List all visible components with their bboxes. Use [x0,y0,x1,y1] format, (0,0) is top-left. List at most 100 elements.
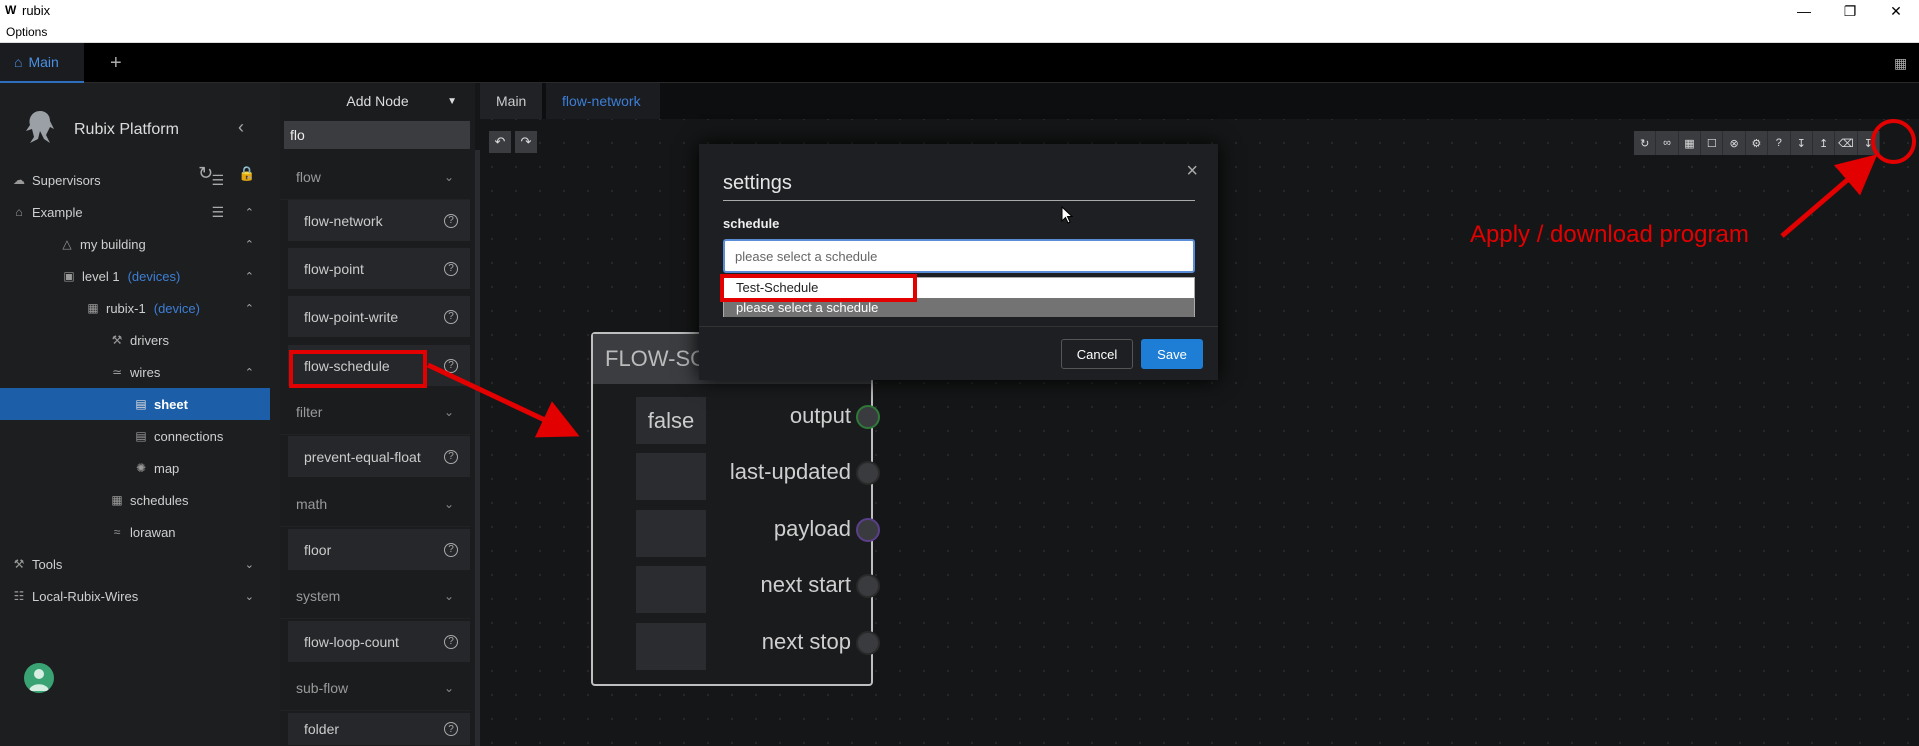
layout-toggle-icon[interactable]: ▦ [1880,43,1919,83]
palette-item-flow-point[interactable]: flow-point? [288,248,470,290]
trash-icon[interactable]: ⌫ [1835,131,1858,155]
sidebar-item-local-rubix-wires[interactable]: ☷ Local-Rubix-Wires ⌄ [0,580,270,612]
home-icon: ⌂ [15,205,23,219]
device-icon: ▦ [87,301,99,315]
palette-item-flow-loop-count[interactable]: flow-loop-count? [288,621,470,663]
editor-toolbar: ↻ ∞ ▦ ☐ ⊗ ⚙ ? ↧ ↥ ⌫ ↧ [1634,131,1880,155]
node-input-value[interactable]: false [636,397,706,444]
node-output-label: last-updated [729,459,851,484]
palette-item-flow-network[interactable]: flow-network? [288,200,470,242]
brand-name: Rubix Platform [74,121,179,138]
tab-main[interactable]: ⌂ Main [0,43,84,83]
import-icon[interactable]: ↧ [1791,131,1813,155]
sidebar-item-sheet[interactable]: ▤ sheet [0,388,270,420]
category-math[interactable]: math ⌄ [280,481,470,527]
network-icon: ☷ [13,589,25,603]
sidebar-item-example[interactable]: ⌂ Example ☰ ⌃ [0,196,270,228]
sidebar-item-tools[interactable]: ⚒ Tools ⌄ [0,548,270,580]
sync-icon[interactable]: ↻ [1634,131,1657,155]
flow-schedule-node[interactable]: FLOW-SC false output last-updated payloa… [591,332,873,686]
menu-options[interactable]: Options [6,25,47,39]
help-icon[interactable]: ? [444,261,458,276]
tab-main-label: Main [28,54,59,70]
help-icon[interactable]: ? [444,309,458,324]
node-input-empty[interactable] [636,623,706,670]
output-port[interactable] [856,631,880,655]
group-icon[interactable]: ▦ [1679,131,1702,155]
close-icon[interactable]: × [1186,160,1198,183]
node-palette: Add Node ▼ flow⌄ flow-network? flow-poin… [280,83,475,746]
help-icon[interactable]: ? [444,542,458,557]
collapse-sidebar-icon[interactable]: ‹ [238,117,244,138]
building-icon: △ [62,237,72,251]
sidebar-item-my-building[interactable]: △ my building ⌃ [0,228,270,260]
cancel-button[interactable]: Cancel [1061,339,1133,369]
map-icon: ✺ [135,461,147,475]
add-node-dropdown[interactable]: Add Node ▼ [280,83,475,119]
category-sub-flow[interactable]: sub-flow ⌄ [280,665,470,711]
help-icon[interactable]: ? [444,449,458,464]
palette-item-floor[interactable]: floor? [288,529,470,571]
chevron-up-icon[interactable]: ⌃ [245,366,254,379]
category-flow[interactable]: flow ⌄ [280,154,470,200]
chevron-up-icon[interactable]: ⌃ [245,206,254,219]
editor-tab-flow-network[interactable]: flow-network [546,83,660,119]
chevron-down-icon: ⌄ [443,169,454,184]
link-icon[interactable]: ∞ [1656,131,1679,155]
category-filter[interactable]: filter ⌄ [280,389,470,435]
sidebar-item-map[interactable]: ✺ map [0,452,270,484]
sidebar-item-supervisors[interactable]: ☁ Supervisors ☰ ⌃ [0,164,270,196]
chevron-up-icon[interactable]: ⌃ [245,238,254,251]
sidebar-item-rubix-1[interactable]: ▦ rubix-1 (device) ⌃ [0,292,270,324]
sidebar-item-schedules[interactable]: ▦ schedules [0,484,270,516]
chevron-down-icon[interactable]: ⌄ [245,590,254,603]
category-system[interactable]: system ⌄ [280,573,470,619]
help-icon[interactable]: ? [444,358,458,373]
menu-icon[interactable]: ☰ [211,172,224,189]
restore-icon[interactable]: ❐ [1827,0,1873,22]
annotation-text: Apply / download program [1470,221,1749,248]
bookmark-icon[interactable]: ☐ [1701,131,1724,155]
clear-icon[interactable]: ⊗ [1723,131,1746,155]
schedule-select[interactable]: please select a schedule [723,239,1195,273]
chevron-down-icon: ⌄ [443,404,454,419]
palette-item-folder[interactable]: folder? [288,713,470,746]
add-tab-button[interactable]: + [96,43,136,83]
chevron-up-icon[interactable]: ⌃ [245,270,254,283]
avatar[interactable] [24,663,54,693]
sidebar-item-wires[interactable]: ≃ wires ⌃ [0,356,270,388]
node-search-input[interactable] [284,121,470,149]
output-port[interactable] [856,574,880,598]
gear-icon[interactable]: ⚙ [1746,131,1769,155]
output-port[interactable] [856,518,880,542]
minimize-icon[interactable]: — [1781,0,1827,22]
sidebar-item-drivers[interactable]: ⚒ drivers [0,324,270,356]
redo-icon[interactable]: ↷ [515,131,537,153]
node-input-empty[interactable] [636,510,706,557]
chevron-down-icon[interactable]: ⌄ [245,558,254,571]
chevron-up-icon[interactable]: ⌃ [245,174,254,187]
help-icon[interactable]: ? [444,634,458,649]
menu-icon[interactable]: ☰ [211,204,224,221]
close-window-icon[interactable]: ✕ [1873,0,1919,22]
sidebar-item-lorawan[interactable]: ≈ lorawan [0,516,270,548]
sidebar-item-level-1[interactable]: ▣ level 1 (devices) ⌃ [0,260,270,292]
undo-icon[interactable]: ↶ [489,131,511,153]
output-port[interactable] [856,461,880,485]
export-icon[interactable]: ↥ [1813,131,1836,155]
save-button[interactable]: Save [1141,339,1203,369]
sheet-icon: ▤ [135,397,147,411]
palette-item-prevent-equal-float[interactable]: prevent-equal-float? [288,436,470,478]
output-port[interactable] [856,405,880,429]
node-input-empty[interactable] [636,453,706,500]
help-icon[interactable]: ? [444,722,458,736]
sidebar-item-connections[interactable]: ▤ connections [0,420,270,452]
node-input-empty[interactable] [636,566,706,613]
laptop-icon: ▣ [63,269,75,283]
help-icon[interactable]: ? [444,213,458,228]
palette-item-flow-point-write[interactable]: flow-point-write? [288,296,470,338]
chevron-up-icon[interactable]: ⌃ [245,302,254,315]
editor-tab-main[interactable]: Main [480,83,542,119]
chevron-down-icon: ⌄ [443,680,454,695]
help-icon[interactable]: ? [1768,131,1791,155]
